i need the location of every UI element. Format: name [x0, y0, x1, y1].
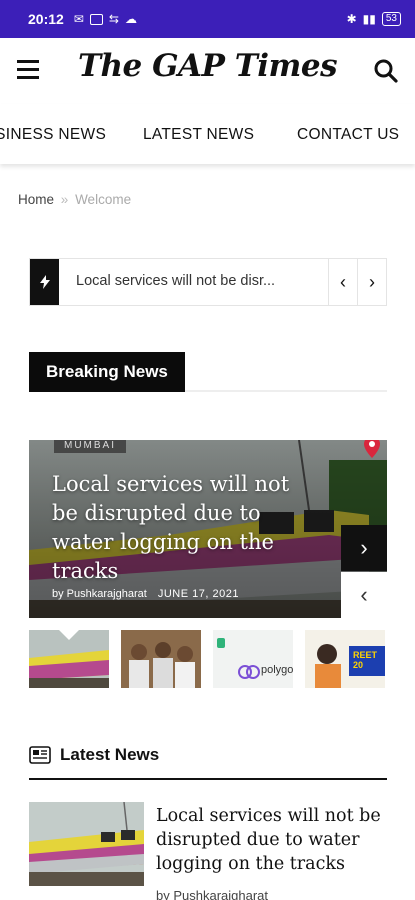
chevron-left-icon: ‹	[340, 271, 346, 292]
thumbnail-4-label: REET 20	[353, 650, 378, 670]
slider-next-button[interactable]: ›	[341, 525, 387, 571]
nav-item-business-news[interactable]: BUSINESS NEWS	[0, 126, 106, 144]
slider-thumbnails: polygon REET 20	[29, 630, 387, 688]
article-train-image	[29, 802, 144, 886]
main-nav: BUSINESS NEWS LATEST NEWS CONTACT US	[0, 104, 415, 164]
article-author[interactable]: by Pushkarajgharat	[156, 888, 268, 900]
featured-author[interactable]: by Pushkarajgharat	[52, 588, 147, 600]
polygon-thumb-image	[213, 630, 293, 688]
nav-item-contact-us[interactable]: CONTACT US	[297, 126, 399, 144]
search-icon[interactable]	[373, 58, 399, 84]
thumbnail-1[interactable]	[29, 630, 109, 688]
latest-article[interactable]: Local services will not be disrupted due…	[29, 802, 387, 900]
featured-meta: by Pushkarajgharat JUNE 17, 2021	[52, 588, 239, 600]
thumbnail-3[interactable]: polygon	[213, 630, 293, 688]
newspaper-icon	[29, 746, 51, 764]
breadcrumb-current: Welcome	[75, 192, 132, 207]
featured-slide[interactable]: MUMBAI Local services will not be disrup…	[29, 440, 387, 618]
chevron-right-icon: ›	[369, 271, 375, 292]
breadcrumb-separator: »	[60, 192, 69, 207]
site-logo[interactable]: The GAP Times	[0, 48, 415, 84]
system-icons: ✱ ▮▮ 53	[347, 12, 401, 26]
thumbnail-3-label: polygon	[261, 664, 293, 676]
status-bar: 20:12 ✉ ⇆ ☁ ✱ ▮▮ 53	[0, 0, 415, 38]
category-badge[interactable]: MUMBAI	[54, 440, 126, 453]
news-ticker: Local services will not be disr... ‹ ›	[29, 258, 387, 306]
status-time: 20:12	[28, 11, 64, 27]
bluetooth-icon: ✱	[346, 12, 357, 26]
lightning-icon	[30, 259, 59, 305]
featured-headline[interactable]: Local services will not be disrupted due…	[52, 470, 310, 586]
ticker-prev-button[interactable]: ‹	[328, 259, 357, 305]
thumbnail-2[interactable]	[121, 630, 201, 688]
cloud-icon: ☁	[124, 12, 137, 26]
mail-icon: ✉	[73, 12, 84, 26]
train-thumb-image	[29, 630, 109, 688]
article-thumbnail[interactable]	[29, 802, 144, 886]
nav-item-latest-news[interactable]: LATEST NEWS	[143, 126, 254, 144]
ticker-next-button[interactable]: ›	[357, 259, 386, 305]
breadcrumb-home-link[interactable]: Home	[18, 192, 54, 207]
ticker-headline[interactable]: Local services will not be disr...	[76, 273, 275, 289]
thumbnail-4[interactable]: REET 20	[305, 630, 385, 688]
article-title[interactable]: Local services will not be disrupted due…	[156, 804, 381, 876]
chevron-right-icon: ›	[360, 535, 368, 560]
site-header: The GAP Times	[0, 38, 415, 104]
latest-news-title: Latest News	[60, 745, 160, 764]
chevron-left-icon: ‹	[360, 582, 368, 607]
breadcrumb: Home » Welcome	[18, 192, 131, 207]
battery-icon: 53	[381, 12, 401, 26]
sync-icon: ⇆	[108, 12, 119, 26]
slider-prev-button[interactable]: ‹	[341, 572, 387, 618]
location-pin-icon	[364, 440, 380, 458]
signal-icon: ▮▮	[362, 12, 376, 26]
featured-date: JUNE 17, 2021	[157, 588, 239, 600]
app-notification-icon	[89, 13, 103, 25]
people-thumb-image	[121, 630, 201, 688]
breaking-news-header: Breaking News	[29, 352, 387, 392]
notification-icons: ✉ ⇆ ☁	[74, 12, 137, 26]
breaking-news-title: Breaking News	[29, 352, 185, 392]
latest-news-header: Latest News	[29, 742, 387, 780]
